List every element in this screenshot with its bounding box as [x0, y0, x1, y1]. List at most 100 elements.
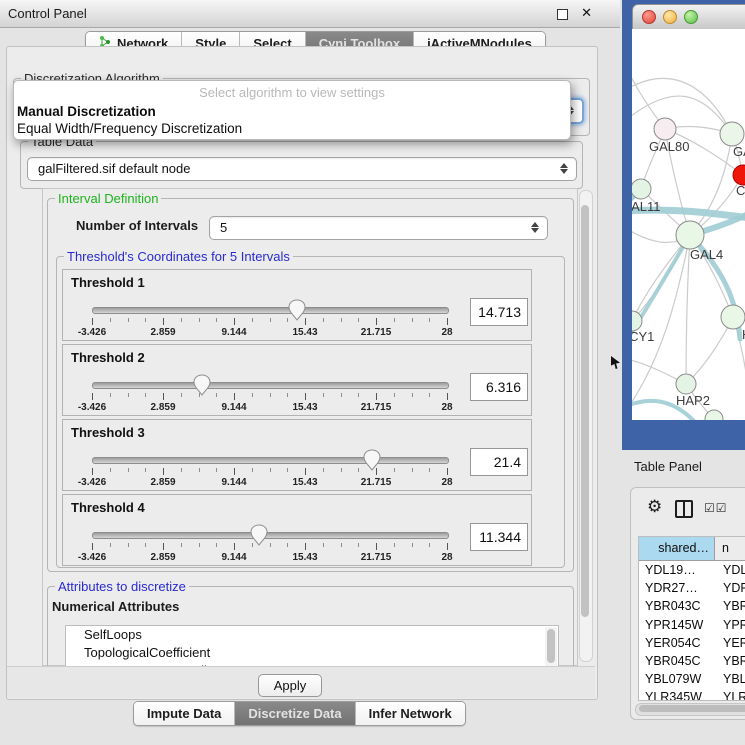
close-traffic-light-icon[interactable]	[642, 10, 656, 24]
major-tick	[163, 393, 164, 400]
slider-track[interactable]	[92, 307, 449, 314]
tab-impute-data[interactable]: Impute Data	[134, 702, 235, 725]
cell-name: YPR1	[715, 616, 745, 634]
network-node[interactable]	[632, 179, 651, 199]
slider-track[interactable]	[92, 457, 449, 464]
tab-discretize-data[interactable]: Discretize Data	[235, 702, 355, 725]
number-of-intervals-combo[interactable]: 5	[209, 216, 548, 240]
node-label: C	[736, 183, 745, 198]
slider-thumb[interactable]	[250, 524, 268, 549]
scrollbar-thumb[interactable]	[581, 205, 589, 617]
horizontal-scrollbar[interactable]	[635, 703, 745, 716]
node-table[interactable]: shared… n YDL19…YDL1YDR27…YDR2YBR043CYBR…	[638, 536, 745, 701]
close-icon[interactable]: ✕	[581, 5, 592, 21]
table-row[interactable]: YPR145WYPR1	[639, 616, 745, 634]
cell-shared-name: YLR345W	[639, 688, 715, 701]
minor-tick	[199, 543, 200, 547]
float-window-icon[interactable]	[557, 9, 568, 20]
tick-label: 28	[441, 402, 452, 413]
threshold-slider[interactable]: -3.4262.8599.14415.4321.71528	[92, 306, 447, 338]
network-canvas[interactable]: GAL80GACGAL11GAL4GCY1HHAP2	[632, 29, 745, 420]
thresholds-group: Threshold's Coordinates for 5 Intervals …	[56, 256, 565, 568]
threshold-slider[interactable]: -3.4262.8599.14415.4321.71528	[92, 531, 447, 563]
minor-tick	[128, 318, 129, 322]
threshold-value-field[interactable]: 21.4	[470, 448, 528, 476]
major-tick	[305, 468, 306, 475]
network-node[interactable]	[676, 221, 704, 249]
network-graph: GAL80GACGAL11GAL4GCY1HHAP2	[632, 29, 745, 420]
column-layout-icon[interactable]	[675, 500, 693, 518]
node-label: HAP2	[676, 393, 710, 408]
minor-tick	[341, 468, 342, 472]
table-row[interactable]: YBR045CYBR0	[639, 652, 745, 670]
table-row[interactable]: YDL19…YDL1	[639, 561, 745, 579]
network-node[interactable]	[654, 118, 676, 140]
algorithm-option[interactable]: Manual Discretization	[14, 103, 570, 120]
algorithm-hint: Select algorithm to view settings	[14, 81, 570, 103]
attributes-group: Attributes to discretize Numerical Attri…	[47, 586, 574, 672]
control-panel-title: Control Panel	[8, 6, 87, 21]
table-data-combo[interactable]: galFiltered.sif default node	[27, 157, 577, 181]
table-row[interactable]: YBR043CYBR0	[639, 597, 745, 615]
attribute-item[interactable]: SelfLoops	[66, 626, 558, 644]
minor-tick	[128, 543, 129, 547]
table-header-row: shared… n	[639, 537, 745, 561]
threshold-label: Threshold 4	[71, 500, 145, 515]
zoom-traffic-light-icon[interactable]	[684, 10, 698, 24]
network-node[interactable]	[720, 122, 744, 146]
table-rows: YDL19…YDL1YDR27…YDR2YBR043CYBR0YPR145WYP…	[639, 561, 745, 701]
table-row[interactable]: YBL079WYBL0	[639, 670, 745, 688]
minor-tick	[323, 468, 324, 472]
column-header-name[interactable]: n	[715, 537, 745, 560]
minor-tick	[252, 393, 253, 397]
scrollbar-thumb[interactable]	[639, 705, 745, 712]
tick-label: -3.426	[78, 402, 106, 413]
table-row[interactable]: YER054CYER0	[639, 634, 745, 652]
slider-thumb[interactable]	[193, 374, 211, 399]
network-node[interactable]	[676, 374, 696, 394]
mouse-cursor	[611, 356, 620, 369]
threshold-value-field[interactable]: 6.316	[470, 373, 528, 401]
threshold-value-field[interactable]: 14.713	[470, 298, 528, 326]
network-node[interactable]	[632, 311, 642, 331]
minor-tick	[199, 318, 200, 322]
scrollbar-thumb[interactable]	[547, 629, 555, 663]
minimize-traffic-light-icon[interactable]	[663, 10, 677, 24]
tick-label: -3.426	[78, 327, 106, 338]
minor-tick	[341, 543, 342, 547]
minor-tick	[145, 543, 146, 547]
threshold-value-field[interactable]: 11.344	[470, 523, 528, 551]
minor-tick	[110, 318, 111, 322]
minor-tick	[287, 543, 288, 547]
minor-tick	[181, 318, 182, 322]
algorithm-dropdown-popup: Select algorithm to view settings Manual…	[13, 80, 571, 140]
slider-track[interactable]	[92, 532, 449, 539]
table-data-group: Table Data galFiltered.sif default node	[20, 141, 583, 189]
network-node[interactable]	[733, 165, 745, 185]
slider-track[interactable]	[92, 382, 449, 389]
interval-definition-title: Interval Definition	[55, 191, 161, 206]
minor-tick	[341, 318, 342, 322]
table-row[interactable]: YDR27…YDR2	[639, 579, 745, 597]
threshold-panel: Threshold 4 -3.4262.8599.14415.4321.71528…	[62, 494, 532, 566]
minor-tick	[216, 318, 217, 322]
checkboxes-icon[interactable]: ☑☑	[704, 501, 728, 515]
tick-label: 21.715	[361, 552, 392, 563]
tick-label: 9.144	[221, 552, 246, 563]
network-node[interactable]	[721, 305, 745, 329]
vertical-scrollbar[interactable]	[579, 190, 593, 662]
gear-icon[interactable]: ⚙	[647, 497, 662, 517]
threshold-slider[interactable]: -3.4262.8599.14415.4321.71528	[92, 381, 447, 413]
node-label: GAL80	[649, 139, 689, 154]
table-row[interactable]: YLR345WYLR3	[639, 688, 745, 701]
slider-thumb[interactable]	[363, 449, 381, 474]
column-header-shared[interactable]: shared…	[639, 537, 715, 560]
threshold-slider[interactable]: -3.4262.8599.14415.4321.71528	[92, 456, 447, 488]
tick-label: 28	[441, 477, 452, 488]
algorithm-option[interactable]: Equal Width/Frequency Discretization	[14, 120, 570, 137]
apply-button[interactable]: Apply	[258, 674, 322, 697]
attribute-item[interactable]: TopologicalCoefficient	[66, 644, 558, 662]
tab-infer-network[interactable]: Infer Network	[356, 702, 465, 725]
slider-thumb[interactable]	[288, 299, 306, 324]
cell-shared-name: YDR27…	[639, 579, 715, 597]
